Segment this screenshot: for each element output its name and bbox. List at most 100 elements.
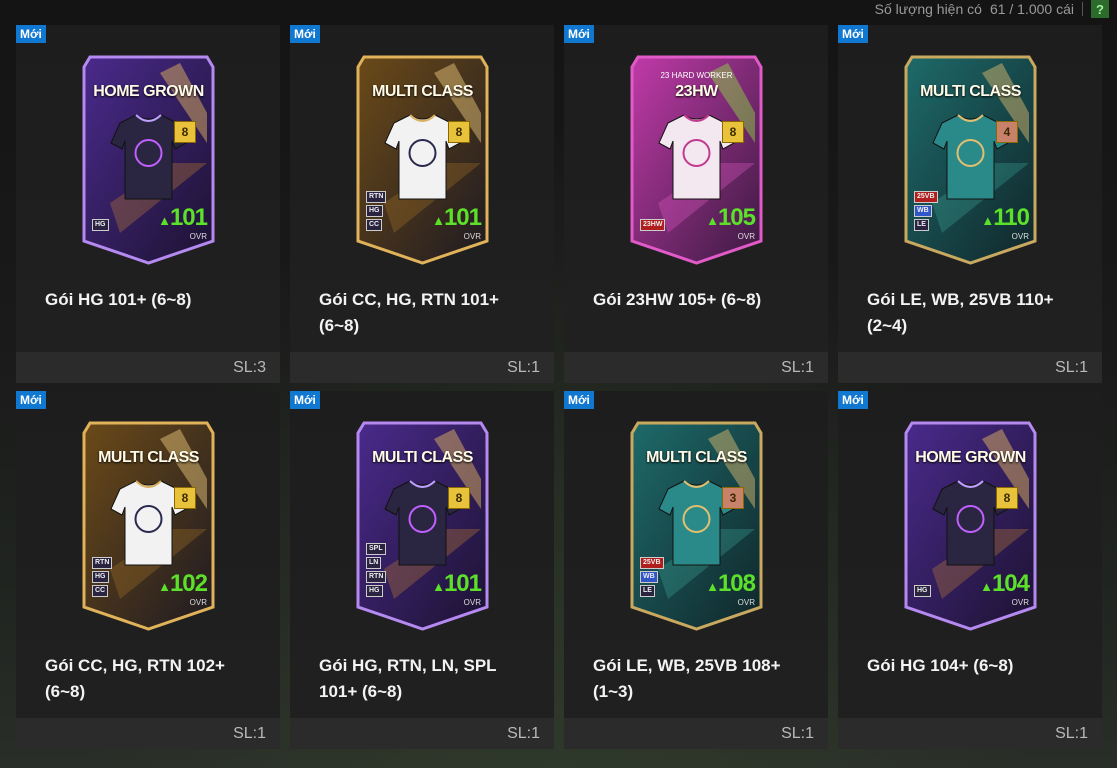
pack-quantity: SL:1 <box>838 352 1102 383</box>
pack-name: Gói LE, WB, 25VB 110+ (2~4) <box>867 290 1054 335</box>
class-tag: HG <box>366 585 383 597</box>
pack-name: Gói CC, HG, RTN 101+ (6~8) <box>319 290 499 335</box>
class-tags: 25VB WB LE <box>640 557 664 597</box>
pack-tile-2[interactable]: Mới MULTI CLASS 8 ▲101 OVR RTN HG CC Gói… <box>290 25 554 383</box>
pack-tile-body[interactable]: Mới HOME GROWN <box>838 391 1102 718</box>
card-title: HOME GROWN <box>915 449 1026 466</box>
upgrade-level-badge: 3 <box>722 487 744 509</box>
pack-quantity: SL:3 <box>16 352 280 383</box>
class-tag: LN <box>366 557 382 569</box>
class-tag: WB <box>914 205 932 217</box>
pack-name: Gói HG, RTN, LN, SPL 101+ (6~8) <box>319 656 497 701</box>
pack-tile-5[interactable]: Mới MULTI CLASS 8 ▲102 OVR RTN HG CC Gói… <box>16 391 280 749</box>
pack-card-art: MULTI CLASS 3 ▲108 OVR 25VB WB LE <box>628 419 765 631</box>
class-tags: SPL LN RTN HG <box>366 543 387 597</box>
ovr-label: OVR <box>189 232 207 241</box>
ovr-value: 110 <box>993 204 1030 231</box>
pack-card-art: MULTI CLASS 8 ▲101 OVR SPL LN RTN HG <box>354 419 491 631</box>
upgrade-level-badge: 8 <box>448 487 470 509</box>
pack-tile-body[interactable]: Mới MULTI CLASS <box>16 391 280 718</box>
ovr-arrow-icon: ▲ <box>706 213 719 228</box>
pack-quantity: SL:1 <box>564 718 828 749</box>
ovr-block: ▲104 OVR <box>980 570 1030 608</box>
class-tags: HG <box>914 585 931 597</box>
class-tags: RTN HG CC <box>92 557 113 597</box>
class-tag: RTN <box>366 191 387 203</box>
ovr-arrow-icon: ▲ <box>981 213 994 228</box>
pack-quantity: SL:1 <box>290 352 554 383</box>
pack-tile-body[interactable]: Mới 23 HARD WORKER 23HW 8 ▲105 OVR 23HW … <box>564 25 828 352</box>
pack-name: Gói LE, WB, 25VB 108+ (1~3) <box>593 656 781 701</box>
ovr-label: OVR <box>737 598 755 607</box>
ovr-arrow-icon: ▲ <box>432 579 445 594</box>
pack-tile-3[interactable]: Mới 23 HARD WORKER 23HW 8 ▲105 OVR 23HW … <box>564 25 828 383</box>
ovr-value: 105 <box>717 204 756 231</box>
class-tag: HG <box>92 219 109 231</box>
pack-card-art: HOME GROWN 8 ▲104 OVR HG <box>902 419 1039 631</box>
upgrade-level-badge: 8 <box>448 121 470 143</box>
ovr-label: OVR <box>1011 598 1029 607</box>
pack-quantity: SL:1 <box>16 718 280 749</box>
new-badge: Mới <box>16 25 46 43</box>
ovr-label: OVR <box>189 598 207 607</box>
ovr-value: 102 <box>169 570 208 597</box>
pack-name: Gói HG 101+ (6~8) <box>45 290 192 309</box>
ovr-arrow-icon: ▲ <box>706 579 719 594</box>
pack-tile-6[interactable]: Mới MULTI CLASS 8 ▲101 OVR SPL LN RTN HG… <box>290 391 554 749</box>
ovr-block: ▲101 OVR <box>432 570 482 608</box>
inventory-count-bar: Số lượng hiện có 61 / 1.000 cái ? <box>875 0 1117 18</box>
class-tag: CC <box>92 585 109 597</box>
ovr-arrow-icon: ▲ <box>980 579 993 594</box>
new-badge: Mới <box>16 391 46 409</box>
class-tag: WB <box>640 571 658 583</box>
pack-grid: Mới HOME GROWN 8 ▲101 OVR HG Gói HG 101+… <box>16 25 1102 749</box>
pack-tile-body[interactable]: Mới MULTI CLASS <box>838 25 1102 352</box>
new-badge: Mới <box>290 25 320 43</box>
ovr-value: 104 <box>991 570 1030 597</box>
pack-tile-8[interactable]: Mới HOME GROWN 8 ▲104 OVR HG Gói HG 104+… <box>838 391 1102 749</box>
card-title: HOME GROWN <box>93 83 204 100</box>
ovr-block: ▲101 OVR <box>158 204 208 242</box>
new-badge: Mới <box>564 25 594 43</box>
class-tags: 23HW <box>640 219 666 231</box>
ovr-block: ▲101 OVR <box>432 206 482 242</box>
ovr-label: OVR <box>463 598 481 607</box>
upgrade-level-badge: 8 <box>722 121 744 143</box>
class-tag: 25VB <box>640 557 664 569</box>
pack-name: Gói 23HW 105+ (6~8) <box>593 290 762 309</box>
pack-tile-body[interactable]: Mới MULTI CLASS <box>290 391 554 718</box>
card-title: MULTI CLASS <box>372 83 473 100</box>
new-badge: Mới <box>838 25 868 43</box>
pack-tile-body[interactable]: Mới HOME GROWN <box>16 25 280 352</box>
class-tag: HG <box>914 585 931 597</box>
card-title: MULTI CLASS <box>920 83 1021 100</box>
ovr-arrow-icon: ▲ <box>158 579 171 594</box>
ovr-label: OVR <box>1011 232 1029 241</box>
pack-card-art: 23 HARD WORKER 23HW 8 ▲105 OVR 23HW <box>628 53 765 265</box>
pack-tile-body[interactable]: Mới MULTI CLASS <box>564 391 828 718</box>
class-tag: RTN <box>92 557 113 569</box>
help-button[interactable]: ? <box>1091 0 1109 18</box>
upgrade-level-badge: 8 <box>174 487 196 509</box>
card-title: 23HW <box>675 83 718 100</box>
class-tag: 25VB <box>914 191 938 203</box>
new-badge: Mới <box>838 391 868 409</box>
class-tags: HG <box>92 219 109 231</box>
pack-tile-body[interactable]: Mới MULTI CLASS <box>290 25 554 352</box>
ovr-label: OVR <box>737 232 755 241</box>
upgrade-level-badge: 4 <box>996 121 1018 143</box>
ovr-value: 101 <box>443 570 482 597</box>
class-tag: LE <box>914 219 929 231</box>
pack-quantity: SL:1 <box>838 718 1102 749</box>
pack-tile-1[interactable]: Mới HOME GROWN 8 ▲101 OVR HG Gói HG 101+… <box>16 25 280 383</box>
pack-tile-4[interactable]: Mới MULTI CLASS 4 ▲110 OVR 25VB WB LE Gó… <box>838 25 1102 383</box>
class-tags: RTN HG CC <box>366 191 387 231</box>
class-tag: LE <box>640 585 655 597</box>
class-tag: CC <box>366 219 383 231</box>
pack-tile-7[interactable]: Mới MULTI CLASS 3 ▲108 OVR 25VB WB LE Gó… <box>564 391 828 749</box>
inventory-count-value: 61 / 1.000 cái <box>989 1 1074 17</box>
ovr-value: 101 <box>169 204 208 231</box>
card-subtitle: 23 HARD WORKER <box>660 71 733 80</box>
class-tags: 25VB WB LE <box>914 191 938 231</box>
ovr-value: 108 <box>717 570 756 597</box>
